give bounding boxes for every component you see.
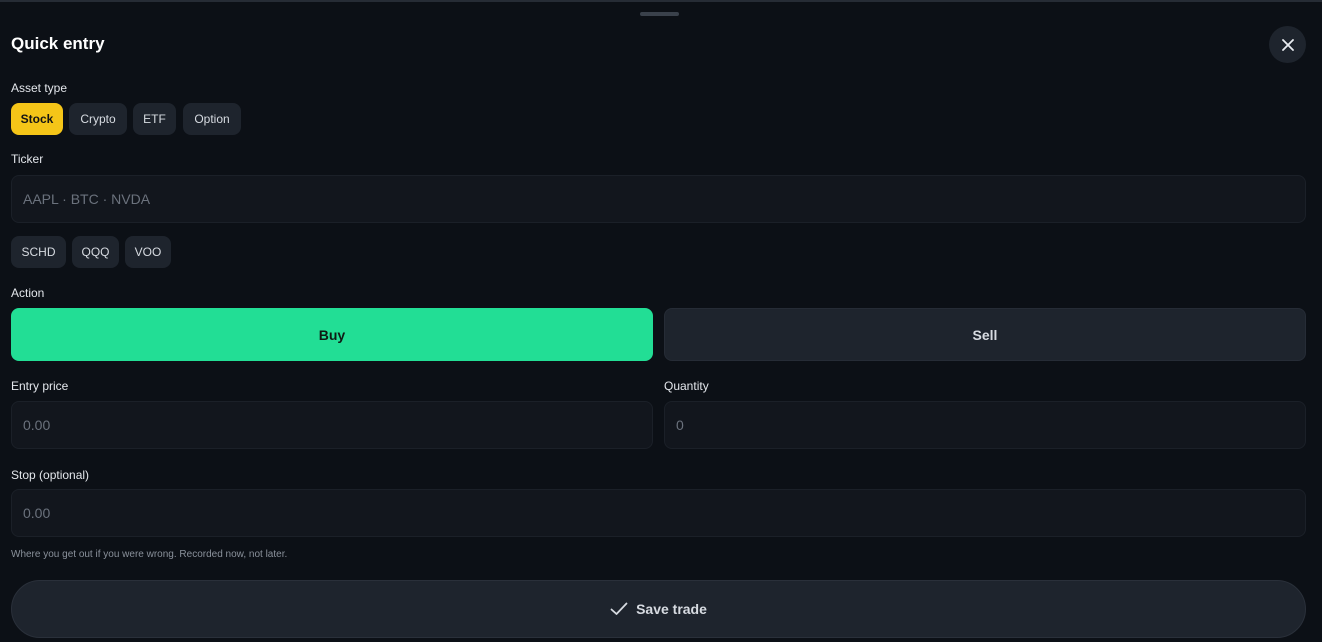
ticker-label: Ticker [11,152,44,166]
asset-type-chip-stock[interactable]: Stock [11,103,63,135]
stop-field[interactable] [11,489,1306,537]
buy-button[interactable]: Buy [11,308,653,361]
quantity-label: Quantity [664,379,709,393]
stop-label: Stop (optional) [11,468,90,482]
quantity-field[interactable] [664,401,1306,449]
ticker-suggestion-voo[interactable]: VOO [125,236,171,268]
dialog-title: Quick entry [11,34,105,53]
asset-type-chip-etf[interactable]: ETF [133,103,176,135]
sheet-top-border [0,0,1322,2]
stop-input[interactable] [23,505,1294,521]
close-icon [1281,38,1294,51]
asset-type-chip-crypto[interactable]: Crypto [69,103,127,135]
entry-price-label: Entry price [11,379,69,393]
save-trade-label: Save trade [636,601,707,617]
checkmark-icon [610,602,628,616]
ticker-input[interactable] [23,191,1294,207]
ticker-field[interactable] [11,175,1306,223]
asset-type-label: Asset type [11,81,68,95]
ticker-suggestion-qqq[interactable]: QQQ [72,236,119,268]
quantity-input[interactable] [676,417,1294,433]
stop-hint: Where you get out if you were wrong. Rec… [11,549,288,560]
entry-price-field[interactable] [11,401,653,449]
asset-type-chip-option[interactable]: Option [183,103,241,135]
action-label: Action [11,286,45,300]
sell-button[interactable]: Sell [664,308,1306,361]
save-trade-button[interactable]: Save trade [11,580,1306,638]
ticker-suggestion-schd[interactable]: SCHD [11,236,66,268]
drag-handle[interactable] [640,12,679,16]
entry-price-input[interactable] [23,417,641,433]
close-button[interactable] [1269,26,1306,63]
